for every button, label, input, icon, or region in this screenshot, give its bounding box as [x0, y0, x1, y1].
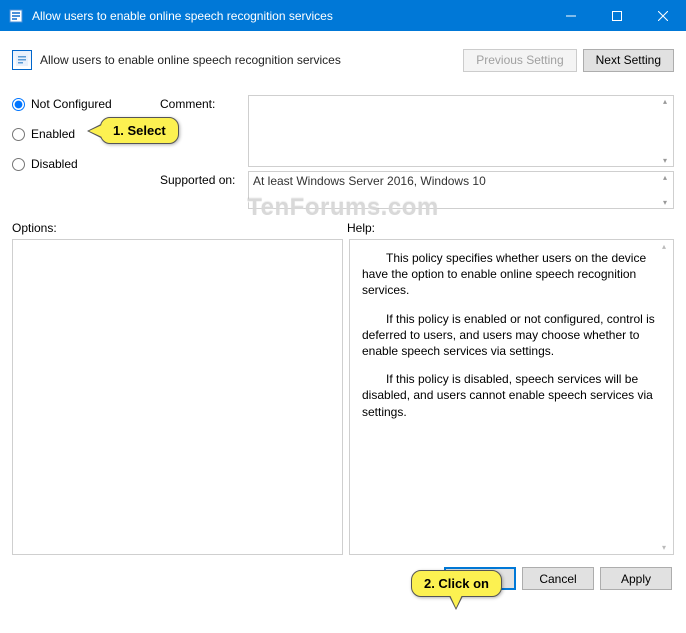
help-pane: This policy specifies whether users on t…	[349, 239, 674, 555]
radio-disabled-input[interactable]	[12, 158, 25, 171]
titlebar: Allow users to enable online speech reco…	[0, 0, 686, 31]
client-area: Allow users to enable online speech reco…	[0, 31, 686, 600]
supported-on-scrollbar[interactable]: ▴▾	[658, 173, 672, 207]
policy-icon	[12, 50, 32, 70]
next-setting-button[interactable]: Next Setting	[583, 49, 674, 72]
help-label: Help:	[347, 221, 375, 235]
app-icon	[8, 8, 24, 24]
supported-on-field	[248, 171, 674, 209]
help-paragraph-3: If this policy is disabled, speech servi…	[362, 371, 661, 420]
options-pane	[12, 239, 343, 555]
help-paragraph-2: If this policy is enabled or not configu…	[362, 311, 661, 360]
cancel-button[interactable]: Cancel	[522, 567, 594, 590]
radio-disabled[interactable]: Disabled	[12, 157, 152, 171]
lower-panes: This policy specifies whether users on t…	[12, 239, 674, 555]
help-paragraph-1: This policy specifies whether users on t…	[362, 250, 661, 299]
settings-grid: Not Configured Enabled Disabled Comment:…	[12, 95, 674, 209]
apply-button[interactable]: Apply	[600, 567, 672, 590]
maximize-button[interactable]	[594, 0, 640, 31]
options-label: Options:	[12, 221, 347, 235]
radio-enabled-input[interactable]	[12, 128, 25, 141]
previous-setting-button[interactable]: Previous Setting	[463, 49, 576, 72]
radio-disabled-label: Disabled	[31, 157, 78, 171]
window-title: Allow users to enable online speech reco…	[32, 9, 548, 23]
dialog-buttons: OK Cancel Apply	[12, 567, 674, 590]
minimize-button[interactable]	[548, 0, 594, 31]
callout-select: 1. Select	[100, 117, 179, 144]
radio-enabled-label: Enabled	[31, 127, 75, 141]
radio-not-configured-input[interactable]	[12, 98, 25, 111]
supported-on-label: Supported on:	[160, 171, 240, 209]
header-row: Allow users to enable online speech reco…	[12, 41, 674, 79]
policy-title: Allow users to enable online speech reco…	[40, 53, 463, 67]
radio-not-configured[interactable]: Not Configured	[12, 97, 152, 111]
close-button[interactable]	[640, 0, 686, 31]
comment-field[interactable]	[248, 95, 674, 167]
help-scrollbar[interactable]: ▴▾	[657, 242, 671, 552]
lower-labels: Options: Help:	[12, 221, 674, 235]
comment-scrollbar[interactable]: ▴▾	[658, 97, 672, 165]
radio-not-configured-label: Not Configured	[31, 97, 112, 111]
callout-click-on: 2. Click on	[411, 570, 502, 597]
